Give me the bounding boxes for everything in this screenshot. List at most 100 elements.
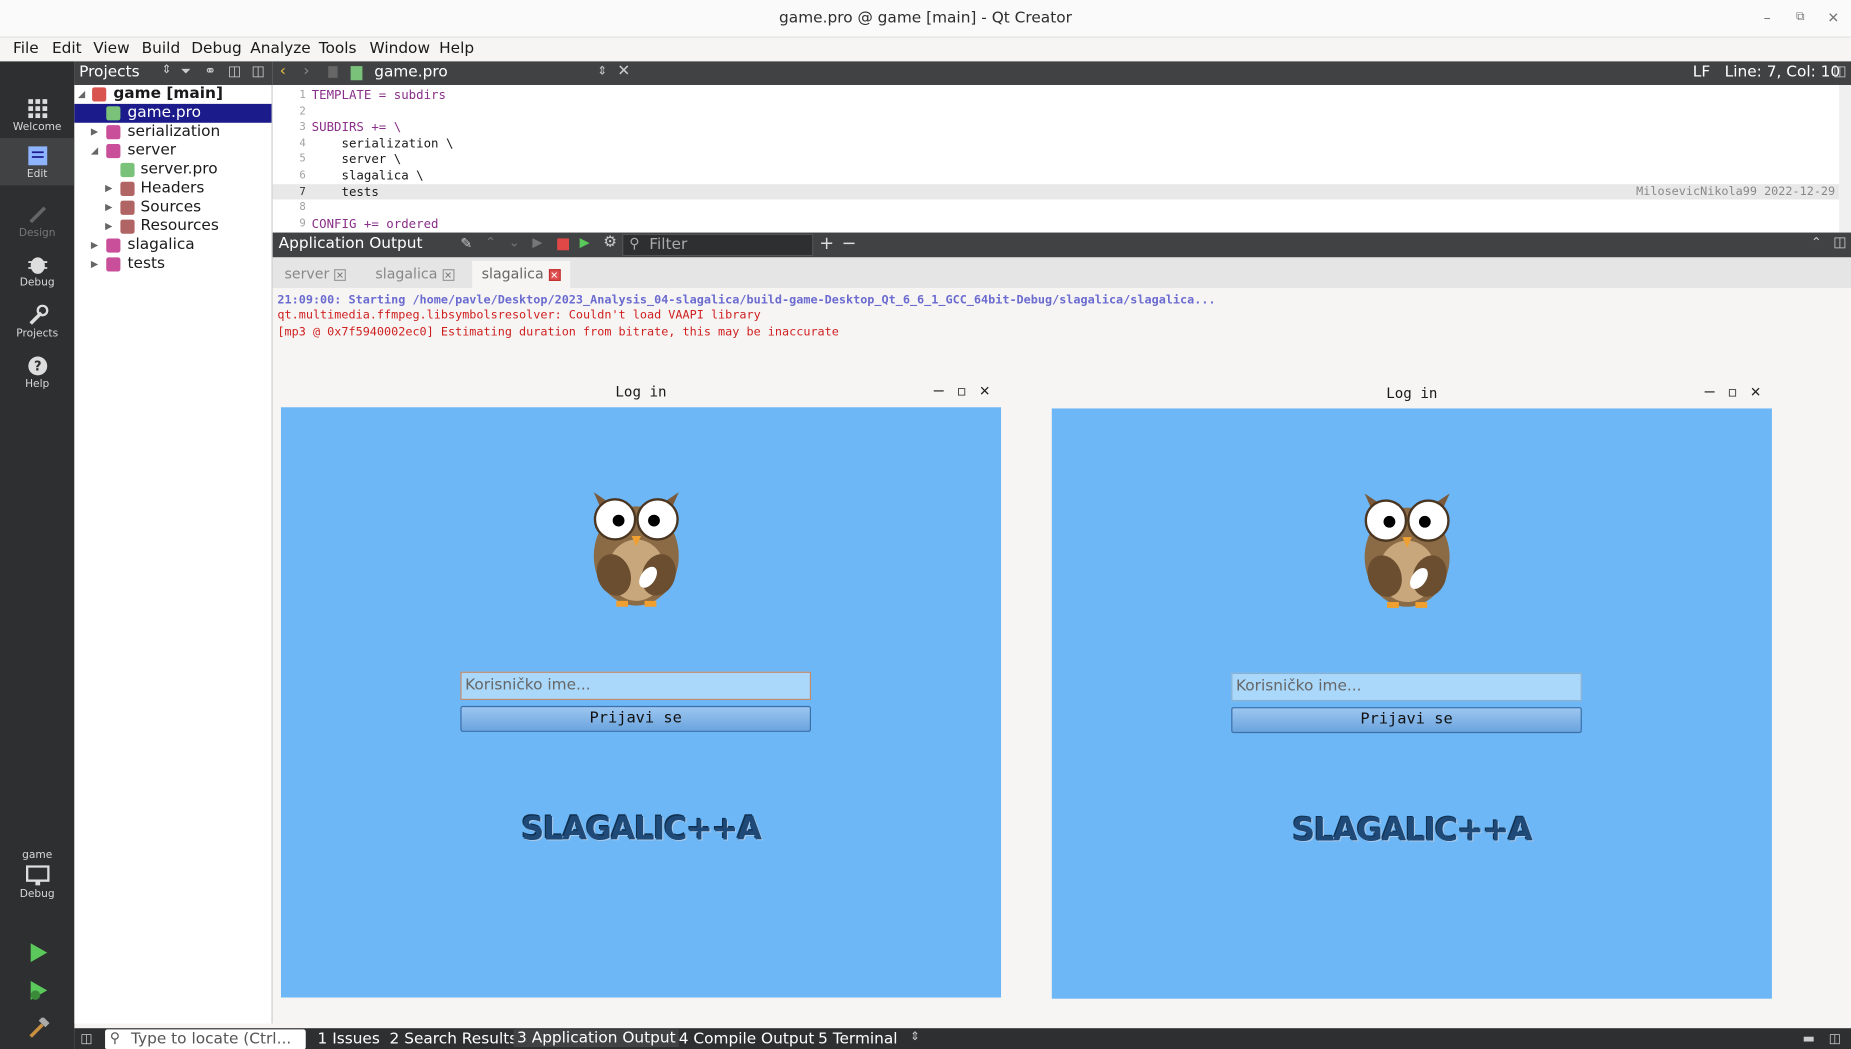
- close-tab-icon[interactable]: ✕: [442, 269, 454, 281]
- expand-arrow-icon[interactable]: ▶: [91, 240, 98, 251]
- build-button[interactable]: [0, 1010, 74, 1043]
- menu-debug[interactable]: Debug: [191, 40, 241, 58]
- add-icon[interactable]: +: [819, 233, 834, 254]
- forward-icon[interactable]: ›: [303, 63, 309, 81]
- login-button[interactable]: Prijavi se: [1231, 707, 1582, 734]
- pane-application-output[interactable]: 3 Application Output: [513, 1029, 680, 1048]
- mode-design[interactable]: Design: [0, 197, 74, 244]
- username-input[interactable]: Korisničko ime...: [460, 671, 811, 701]
- kit-selector[interactable]: game Debug: [0, 850, 74, 921]
- open-document-name[interactable]: game.pro: [374, 64, 448, 82]
- mode-edit[interactable]: Edit: [0, 138, 75, 186]
- tree-item-serialization[interactable]: ▶ serialization: [74, 123, 271, 142]
- line-number: 2: [299, 106, 306, 119]
- close-icon[interactable]: ✕: [980, 381, 990, 400]
- mode-welcome[interactable]: Welcome: [0, 91, 74, 138]
- close-icon[interactable]: ✕: [1751, 382, 1761, 401]
- close-document-icon[interactable]: ✕: [617, 63, 630, 81]
- remove-icon[interactable]: −: [842, 233, 857, 254]
- menu-tools[interactable]: Tools: [319, 40, 357, 58]
- maximize-icon[interactable]: ◻: [1728, 384, 1737, 401]
- username-input[interactable]: Korisničko ime...: [1231, 672, 1582, 702]
- filter-input[interactable]: ⚲ Filter: [622, 233, 814, 257]
- tree-item-server-pro[interactable]: server.pro: [74, 161, 271, 180]
- pane-compile-output[interactable]: 4 Compile Output: [679, 1031, 815, 1049]
- settings-icon[interactable]: ⚙: [603, 234, 617, 252]
- down-icon[interactable]: ⌄: [509, 235, 520, 250]
- line-ending[interactable]: LF: [1693, 64, 1710, 82]
- updown-icon[interactable]: ⇕: [910, 1031, 920, 1044]
- run-button[interactable]: [0, 935, 74, 968]
- tree-item-server[interactable]: ◢ server: [74, 142, 271, 161]
- back-icon[interactable]: ‹: [280, 63, 286, 81]
- login-button[interactable]: Prijavi se: [460, 705, 811, 732]
- toggle-right-sidebar-icon[interactable]: ◫: [1829, 1031, 1841, 1046]
- split-icon[interactable]: ◫: [1833, 63, 1846, 80]
- expand-arrow-icon[interactable]: ▶: [105, 183, 112, 194]
- close-tab-icon[interactable]: ✕: [548, 269, 561, 281]
- menu-analyze[interactable]: Analyze: [250, 40, 310, 58]
- expand-arrow-icon[interactable]: ▶: [91, 259, 98, 270]
- projects-view-selector[interactable]: Projects: [79, 64, 140, 82]
- pane-search-results[interactable]: 2 Search Results: [390, 1031, 518, 1049]
- menu-help[interactable]: Help: [439, 40, 474, 58]
- menu-view[interactable]: View: [93, 40, 129, 58]
- close-pane-icon[interactable]: ◫: [1833, 234, 1846, 251]
- expand-arrow-icon[interactable]: ◢: [78, 89, 85, 100]
- mode-projects[interactable]: Projects: [0, 297, 74, 344]
- mode-debug[interactable]: Debug: [0, 247, 74, 294]
- tree-item-resources[interactable]: ▶ Resources: [74, 217, 271, 236]
- code-editor[interactable]: 1 TEMPLATE = subdirs 2 3 SUBDIRS += \ 4 …: [272, 84, 1851, 233]
- mode-bar: Welcome Edit Design Debug Projects ? Hel…: [0, 61, 75, 1049]
- mode-help[interactable]: ? Help: [0, 348, 74, 395]
- mode-label: Edit: [26, 168, 48, 181]
- menu-edit[interactable]: Edit: [52, 40, 82, 58]
- expand-arrow-icon[interactable]: ◢: [91, 145, 98, 156]
- cursor-position[interactable]: Line: 7, Col: 10: [1725, 64, 1841, 82]
- output-text-area[interactable]: 21:09:00: Starting /home/pavle/Desktop/2…: [272, 288, 1851, 1024]
- link-icon[interactable]: ⚭: [204, 63, 216, 80]
- output-tab-slagalica-2[interactable]: slagalica ✕: [472, 260, 570, 289]
- restore-icon[interactable]: ⧉: [1792, 9, 1809, 26]
- pane-issues[interactable]: 1 Issues: [318, 1031, 380, 1049]
- menu-window[interactable]: Window: [369, 40, 430, 58]
- close-pane-icon[interactable]: ◫: [251, 63, 264, 80]
- attach-debugger-icon[interactable]: ▶: [580, 235, 590, 250]
- maximize-icon[interactable]: ◻: [957, 382, 966, 399]
- updown-icon[interactable]: ⇕: [162, 64, 172, 77]
- debug-run-button[interactable]: [0, 973, 74, 1006]
- output-tab-slagalica-1[interactable]: slagalica ✕: [366, 261, 463, 288]
- maximize-pane-icon[interactable]: ⌃: [1811, 235, 1822, 250]
- updown-icon[interactable]: ⇕: [597, 65, 607, 78]
- tree-item-headers[interactable]: ▶ Headers: [74, 179, 271, 198]
- tree-item-game-pro[interactable]: game.pro: [74, 103, 272, 123]
- scrollbar[interactable]: [1839, 84, 1851, 233]
- rerun-icon[interactable]: ▶: [532, 235, 542, 250]
- minimize-icon[interactable]: –: [1759, 9, 1776, 26]
- tree-item-tests[interactable]: ▶ tests: [74, 255, 271, 274]
- expand-arrow-icon[interactable]: ▶: [91, 126, 98, 137]
- tree-item-slagalica[interactable]: ▶ slagalica: [74, 236, 271, 255]
- close-tab-icon[interactable]: ✕: [334, 269, 346, 281]
- up-icon[interactable]: ⌃: [485, 235, 496, 250]
- clean-icon[interactable]: ✎: [460, 235, 472, 252]
- filter-icon[interactable]: ⏷: [181, 64, 191, 81]
- split-icon[interactable]: ◫: [228, 63, 241, 80]
- mode-label: Help: [25, 378, 50, 391]
- code-line: serialization \: [311, 136, 454, 152]
- locator-input[interactable]: ⚲ Type to locate (Ctrl...: [105, 1029, 306, 1049]
- tree-item-game[interactable]: ◢ game [main]: [74, 85, 271, 104]
- pane-terminal[interactable]: 5 Terminal: [818, 1031, 897, 1049]
- expand-arrow-icon[interactable]: ▶: [105, 202, 112, 213]
- toggle-sidebar-icon[interactable]: ◫: [80, 1031, 92, 1046]
- menu-file[interactable]: File: [13, 40, 39, 58]
- expand-arrow-icon[interactable]: ▶: [105, 221, 112, 232]
- tree-item-sources[interactable]: ▶ Sources: [74, 198, 271, 217]
- close-icon[interactable]: ✕: [1825, 9, 1842, 26]
- output-tab-server[interactable]: server ✕: [275, 261, 355, 288]
- minimize-icon[interactable]: —: [934, 381, 944, 400]
- progress-icon[interactable]: ▬: [1803, 1031, 1815, 1046]
- minimize-icon[interactable]: —: [1705, 382, 1715, 401]
- menu-build[interactable]: Build: [142, 40, 181, 58]
- stop-icon[interactable]: [557, 238, 569, 251]
